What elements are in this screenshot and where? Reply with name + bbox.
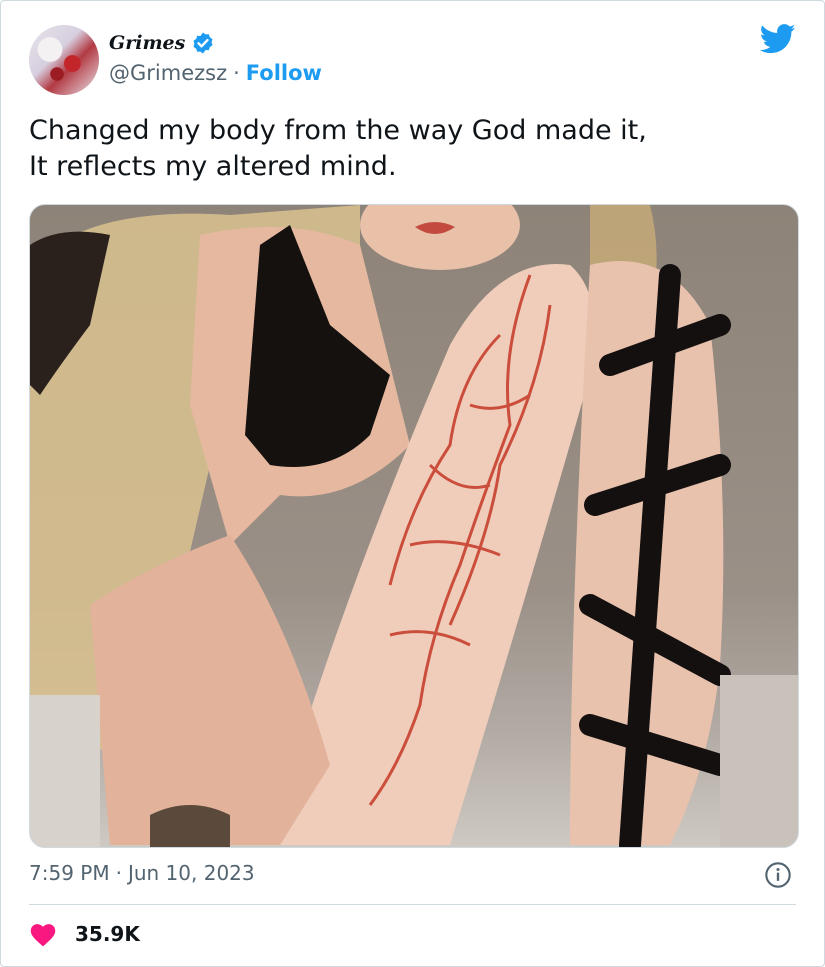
timestamp-separator: · (115, 861, 122, 885)
tweet-date: Jun 10, 2023 (127, 861, 255, 885)
photo-illustration (30, 205, 798, 847)
tweet-timestamp[interactable]: 7:59 PM · Jun 10, 2023 (29, 861, 796, 891)
author-handle[interactable]: @Grimezsz (109, 61, 227, 85)
tweet-card: Grimes @Grimezsz · Follow Changed my body … (0, 0, 825, 967)
info-icon[interactable] (764, 861, 792, 889)
like-stats[interactable]: 35.9K (29, 921, 140, 947)
author-handle-row: @Grimezsz · Follow (109, 61, 322, 85)
verified-badge-icon (193, 32, 213, 54)
tweet-header: Grimes @Grimezsz · Follow (29, 23, 796, 95)
twitter-bird-icon[interactable] (760, 23, 796, 55)
heart-icon[interactable] (29, 921, 57, 947)
tweet-text-line: Changed my body from the way God made it… (29, 115, 647, 146)
tweet-text-line: It reflects my altered mind. (29, 151, 397, 182)
tweet-time: 7:59 PM (29, 861, 110, 885)
author-name-row: Grimes (109, 31, 215, 55)
follow-button[interactable]: Follow (246, 61, 322, 85)
handle-separator: · (233, 61, 240, 85)
tweet-photo[interactable] (29, 204, 799, 848)
author-display-name[interactable]: Grimes (109, 32, 185, 54)
author-avatar[interactable] (29, 25, 99, 95)
tweet-text: Changed my body from the way God made it… (29, 113, 799, 185)
divider (29, 904, 796, 905)
like-count: 35.9K (75, 922, 140, 946)
